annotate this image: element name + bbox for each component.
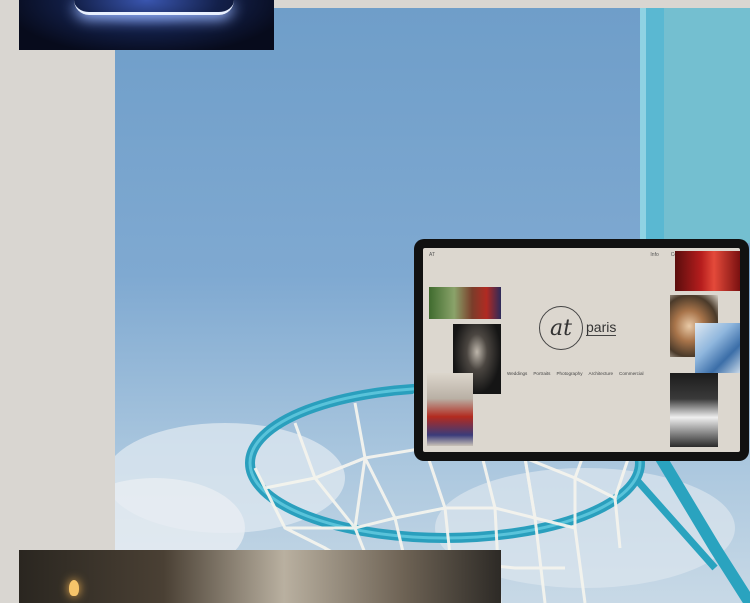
website-preview: AT Info Contact at paris Weddings Portra…: [423, 248, 740, 452]
site-corner-text: AT: [429, 252, 436, 258]
site-nav: Weddings Portraits Photography Architect…: [507, 371, 644, 376]
candle-flame: [69, 580, 79, 596]
nav-item-portraits[interactable]: Portraits: [533, 371, 550, 376]
nav-item-photography[interactable]: Photography: [556, 371, 582, 376]
gallery-photo-blue-abstract: [695, 323, 740, 373]
tablet-mockup: AT Info Contact at paris Weddings Portra…: [414, 239, 749, 461]
gallery-photo-street: [429, 287, 501, 319]
site-logo[interactable]: at paris: [539, 306, 617, 350]
stage-lights-photo: [19, 0, 274, 50]
logo-word: paris: [586, 319, 617, 336]
nav-item-commercial[interactable]: Commercial: [619, 371, 644, 376]
gallery-photo-hands: [670, 373, 718, 447]
candlelit-interior-photo: [19, 550, 501, 603]
nav-item-weddings[interactable]: Weddings: [507, 371, 527, 376]
gallery-photo-red-figure: [427, 373, 473, 446]
nav-item-architecture[interactable]: Architecture: [589, 371, 614, 376]
site-info-link[interactable]: Info: [650, 252, 658, 258]
logo-mark: at: [539, 306, 583, 350]
gallery-photo-red-room: [675, 251, 740, 291]
collage-canvas: AT Info Contact at paris Weddings Portra…: [0, 0, 750, 603]
